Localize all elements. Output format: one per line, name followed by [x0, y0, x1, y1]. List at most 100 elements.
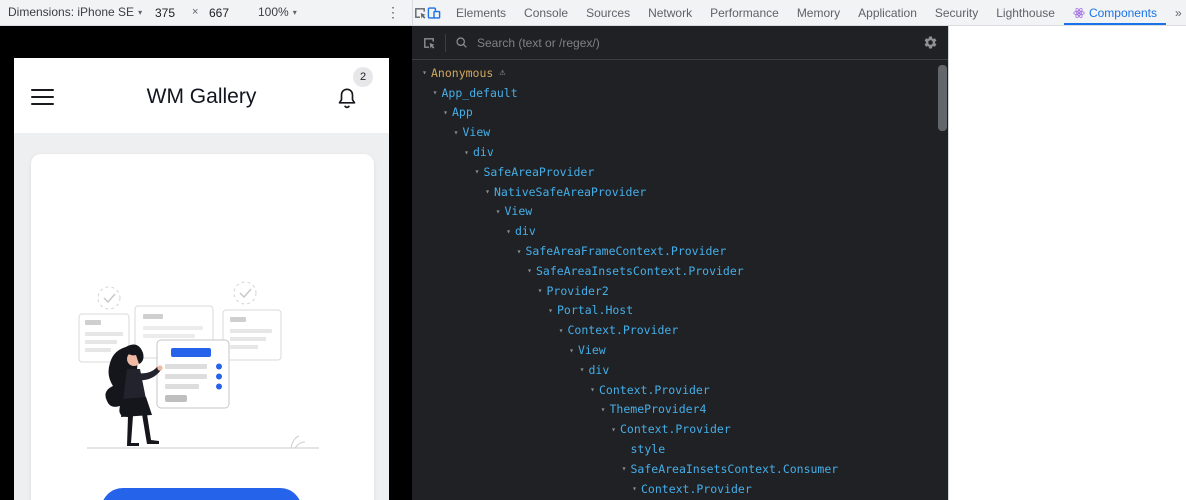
tab-console[interactable]: Console [515, 0, 577, 25]
expand-arrow-icon[interactable]: ▾ [576, 365, 589, 374]
app-body [14, 133, 389, 500]
tree-item[interactable]: ▾style [412, 439, 936, 459]
expand-arrow-icon[interactable]: ▾ [534, 286, 547, 295]
width-field[interactable]: 375 [150, 4, 180, 22]
expand-arrow-icon[interactable]: ▾ [513, 247, 526, 256]
tree-item[interactable]: ▾SafeAreaInsetsContext.Provider [412, 261, 936, 281]
tree-item[interactable]: ▾Anonymous ⚠ [412, 63, 936, 83]
props-pane [948, 26, 1186, 500]
height-field[interactable]: 667 [204, 4, 234, 22]
expand-arrow-icon[interactable]: ▾ [544, 306, 557, 315]
component-name: Context.Provider [620, 422, 731, 436]
tree-item[interactable]: ▾View [412, 202, 936, 222]
dimensions-select[interactable]: Dimensions: iPhone SE ▾ [8, 5, 142, 19]
expand-arrow-icon[interactable]: ▾ [502, 227, 515, 236]
tree-item[interactable]: ▾App_default [412, 83, 936, 103]
more-tabs-icon[interactable]: » [1166, 0, 1186, 25]
expand-arrow-icon[interactable]: ▾ [565, 346, 578, 355]
tree-item[interactable]: ▾Context.Provider [412, 479, 936, 499]
gear-icon[interactable] [923, 35, 938, 50]
app-title: WM Gallery [14, 85, 389, 109]
screenshot-root: Dimensions: iPhone SE ▾ 375 × 667 100% ▾… [0, 0, 1186, 500]
component-name: Provider2 [547, 284, 609, 298]
warning-icon: ⚠ [499, 67, 505, 78]
tree-item[interactable]: ▾SafeAreaInsetsContext.Consumer [412, 459, 936, 479]
tree-item[interactable]: ▾div [412, 221, 936, 241]
chevron-down-icon: ▾ [138, 8, 142, 17]
bell-icon[interactable] [336, 86, 358, 110]
devtools-tab-strip: Elements ConsoleSources Network Performance… [447, 0, 1166, 25]
tree-item[interactable]: ▾SafeAreaFrameContext.Provider [412, 241, 936, 261]
component-name: style [631, 442, 666, 456]
expand-arrow-icon[interactable]: ▾ [429, 88, 442, 97]
tree-item[interactable]: ▾View [412, 122, 936, 142]
expand-arrow-icon[interactable]: ▾ [555, 326, 568, 335]
device-toolbar: Dimensions: iPhone SE ▾ 375 × 667 100% ▾… [0, 0, 412, 26]
inspect-element-icon[interactable] [413, 0, 427, 25]
expand-arrow-icon[interactable]: ▾ [450, 128, 463, 137]
expand-arrow-icon[interactable]: ▾ [586, 385, 599, 394]
component-name: div [515, 224, 536, 238]
component-name: App [452, 105, 473, 119]
component-name: SafeAreaInsetsContext.Consumer [631, 462, 839, 476]
component-tree: ▾Anonymous⚠▾App_default▾App▾View▾div▾Saf… [412, 63, 936, 500]
component-name: View [463, 125, 491, 139]
scrollbar[interactable] [938, 63, 947, 498]
tab-lighthouse[interactable]: Lighthouse [987, 0, 1064, 25]
tab-elements[interactable]: Elements [447, 0, 515, 25]
tab-memory[interactable]: Memory [788, 0, 849, 25]
expand-arrow-icon[interactable]: ▾ [460, 148, 473, 157]
component-name: Context.Provider [599, 383, 710, 397]
tab-sources[interactable]: Sources [577, 0, 639, 25]
tree-item[interactable]: ▾Context.Provider [412, 419, 936, 439]
device-toolbar-toggle-icon[interactable] [427, 0, 441, 25]
scrollbar-thumb[interactable] [938, 65, 947, 131]
expand-arrow-icon[interactable]: ▾ [618, 464, 631, 473]
tree-item[interactable]: ▾Context.Provider [412, 380, 936, 400]
component-name: Context.Provider [641, 482, 752, 496]
primary-button[interactable] [101, 488, 302, 500]
tree-item[interactable]: ▾SafeAreaProvider [412, 162, 936, 182]
expand-arrow-icon[interactable]: ▾ [597, 405, 610, 414]
tab-label: Network [648, 6, 692, 20]
component-name: Anonymous [431, 66, 493, 80]
tree-item[interactable]: ▾div [412, 142, 936, 162]
component-name: App_default [442, 86, 518, 100]
expand-arrow-icon[interactable]: ▾ [471, 167, 484, 176]
more-options-icon[interactable]: ⋮ [386, 4, 400, 21]
device-screen: WM Gallery 2 [14, 58, 389, 500]
tab-components[interactable]: Components [1064, 0, 1166, 25]
component-name: Context.Provider [568, 323, 679, 337]
tab-label: Elements [456, 6, 506, 20]
expand-arrow-icon[interactable]: ▾ [418, 68, 431, 77]
tab-performance[interactable]: Performance [701, 0, 788, 25]
search-input[interactable] [477, 36, 914, 50]
components-toolbar [412, 26, 948, 60]
tab-label: Components [1089, 6, 1157, 20]
expand-arrow-icon[interactable]: ▾ [439, 108, 452, 117]
tab-network[interactable]: Network [639, 0, 701, 25]
inspect-component-icon[interactable] [422, 36, 436, 50]
multiply-sign: × [192, 6, 198, 18]
tab-label: Memory [797, 6, 840, 20]
expand-arrow-icon[interactable]: ▾ [492, 207, 505, 216]
tree-item[interactable]: ▾div [412, 360, 936, 380]
tree-item[interactable]: ▾View [412, 340, 936, 360]
component-name: SafeAreaProvider [484, 165, 595, 179]
expand-arrow-icon[interactable]: ▾ [607, 425, 620, 434]
tree-item[interactable]: ▾App [412, 103, 936, 123]
tree-item[interactable]: ▾ThemeProvider4 [412, 400, 936, 420]
component-name: Portal.Host [557, 303, 633, 317]
tab-label: Security [935, 6, 978, 20]
tab-label: Lighthouse [996, 6, 1055, 20]
expand-arrow-icon[interactable]: ▾ [523, 266, 536, 275]
zoom-select[interactable]: 100% ▾ [258, 5, 297, 19]
tree-item[interactable]: ▾Provider2 [412, 281, 936, 301]
tab-security[interactable]: Security [926, 0, 987, 25]
expand-arrow-icon[interactable]: ▾ [628, 484, 641, 493]
tab-application[interactable]: Application [849, 0, 926, 25]
tree-item[interactable]: ▾Context.Provider [412, 320, 936, 340]
expand-arrow-icon[interactable]: ▾ [481, 187, 494, 196]
tree-item[interactable]: ▾NativeSafeAreaProvider [412, 182, 936, 202]
tree-item[interactable]: ▾Portal.Host [412, 301, 936, 321]
